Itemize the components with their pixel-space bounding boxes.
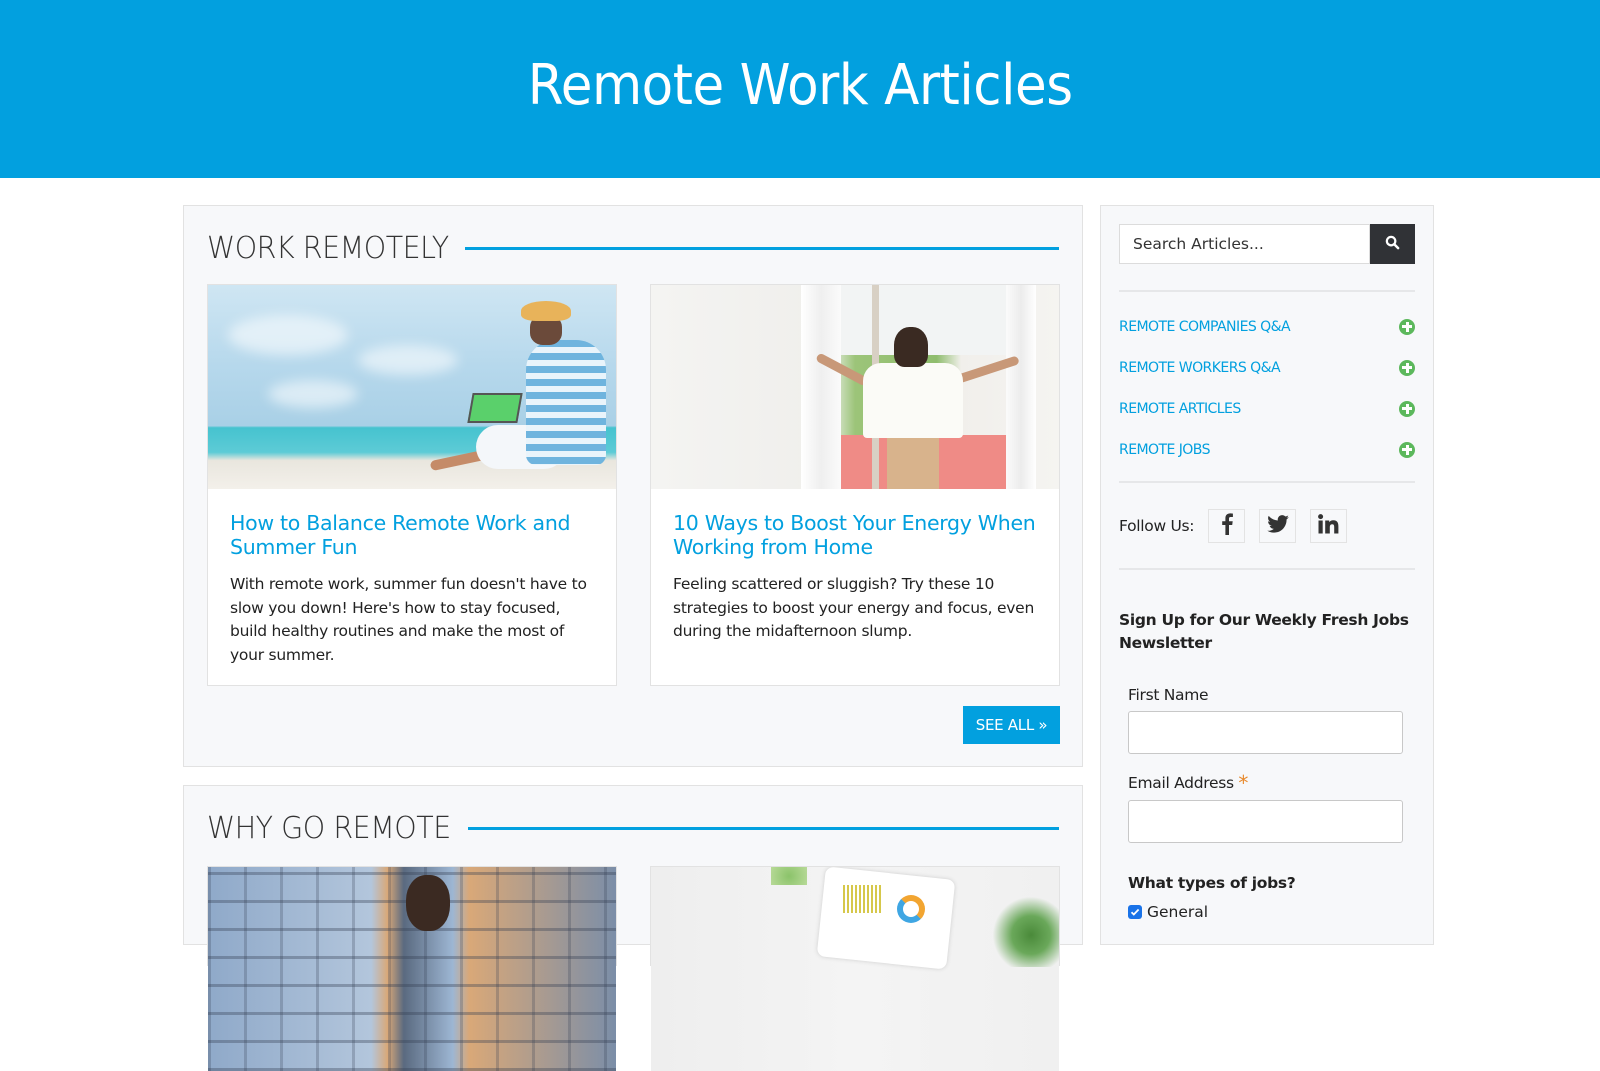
- category-links: REMOTE COMPANIES Q&A REMOTE WORKERS Q&A …: [1119, 306, 1415, 470]
- facebook-link[interactable]: [1208, 509, 1246, 543]
- article-card[interactable]: 10 Ways to Boost Your Energy When Workin…: [650, 284, 1060, 686]
- article-description: With remote work, summer fun doesn't hav…: [230, 575, 587, 664]
- search-button[interactable]: [1370, 224, 1415, 264]
- facebook-icon: [1220, 512, 1234, 540]
- plus-circle-icon[interactable]: [1399, 359, 1415, 376]
- checkmark-icon: [1130, 908, 1140, 916]
- divider: [1119, 290, 1415, 292]
- section-header: WHY GO REMOTE: [207, 808, 1059, 848]
- twitter-link[interactable]: [1259, 509, 1297, 543]
- search-icon: [1385, 235, 1400, 253]
- category-link-item: REMOTE WORKERS Q&A: [1119, 347, 1415, 388]
- email-field[interactable]: [1128, 800, 1403, 843]
- article-description: Feeling scattered or sluggish? Try these…: [673, 575, 1035, 640]
- article-image[interactable]: [651, 285, 1059, 489]
- follow-us: Follow Us:: [1119, 509, 1361, 543]
- section-heading: WORK REMOTELY: [207, 230, 449, 266]
- heading-rule: [467, 826, 1059, 830]
- section-header: WORK REMOTELY: [207, 228, 1059, 268]
- required-mark: *: [1238, 771, 1249, 795]
- linkedin-icon: [1318, 513, 1339, 539]
- twitter-icon: [1266, 514, 1289, 538]
- general-checkbox-label: General: [1147, 903, 1209, 921]
- newsletter-title: Sign Up for Our Weekly Fresh Jobs Newsle…: [1119, 611, 1409, 652]
- first-name-label-text: First Name: [1128, 686, 1209, 704]
- heading-rule: [465, 246, 1059, 250]
- search-input[interactable]: [1119, 224, 1370, 264]
- article-title-link[interactable]: 10 Ways to Boost Your Energy When Workin…: [673, 511, 1037, 559]
- first-name-label: First Name: [1128, 686, 1209, 704]
- page-title: Remote Work Articles: [527, 52, 1073, 118]
- linkedin-link[interactable]: [1310, 509, 1348, 543]
- section-why-go-remote: WHY GO REMOTE: [183, 785, 1083, 1071]
- category-link-remote-articles[interactable]: REMOTE ARTICLES: [1119, 401, 1241, 417]
- divider: [1119, 481, 1415, 483]
- article-card[interactable]: How to Balance Remote Work and Summer Fu…: [207, 284, 617, 686]
- job-type-option-general[interactable]: General: [1128, 903, 1208, 921]
- email-label: Email Address *: [1128, 771, 1248, 795]
- email-label-text: Email Address: [1128, 774, 1234, 792]
- plus-circle-icon[interactable]: [1399, 441, 1415, 458]
- page-header: Remote Work Articles: [0, 0, 1600, 178]
- section-heading: WHY GO REMOTE: [207, 810, 451, 846]
- category-link-remote-workers-qa[interactable]: REMOTE WORKERS Q&A: [1119, 360, 1281, 376]
- article-image[interactable]: [208, 867, 616, 1071]
- category-link-remote-companies-qa[interactable]: REMOTE COMPANIES Q&A: [1119, 319, 1291, 335]
- search-form: [1119, 224, 1415, 264]
- general-checkbox[interactable]: [1128, 905, 1142, 919]
- category-link-remote-jobs[interactable]: REMOTE JOBS: [1119, 442, 1211, 458]
- plus-circle-icon[interactable]: [1399, 400, 1415, 417]
- article-card[interactable]: [650, 866, 1060, 1071]
- divider: [1119, 568, 1415, 570]
- article-card[interactable]: [207, 866, 617, 1071]
- job-types-question: What types of jobs?: [1128, 874, 1296, 892]
- see-all-button[interactable]: SEE ALL »: [963, 706, 1060, 744]
- first-name-field[interactable]: [1128, 711, 1403, 754]
- sidebar: REMOTE COMPANIES Q&A REMOTE WORKERS Q&A …: [1100, 205, 1434, 945]
- plus-circle-icon[interactable]: [1399, 318, 1415, 335]
- article-title-link[interactable]: How to Balance Remote Work and Summer Fu…: [230, 511, 594, 559]
- article-image[interactable]: [208, 285, 616, 489]
- category-link-item: REMOTE COMPANIES Q&A: [1119, 306, 1415, 347]
- category-link-item: REMOTE JOBS: [1119, 429, 1415, 470]
- category-link-item: REMOTE ARTICLES: [1119, 388, 1415, 429]
- article-image[interactable]: [651, 867, 1059, 1071]
- section-work-remotely: WORK REMOTELY How to Balance Remote Work…: [183, 205, 1083, 767]
- follow-us-label: Follow Us:: [1119, 517, 1195, 535]
